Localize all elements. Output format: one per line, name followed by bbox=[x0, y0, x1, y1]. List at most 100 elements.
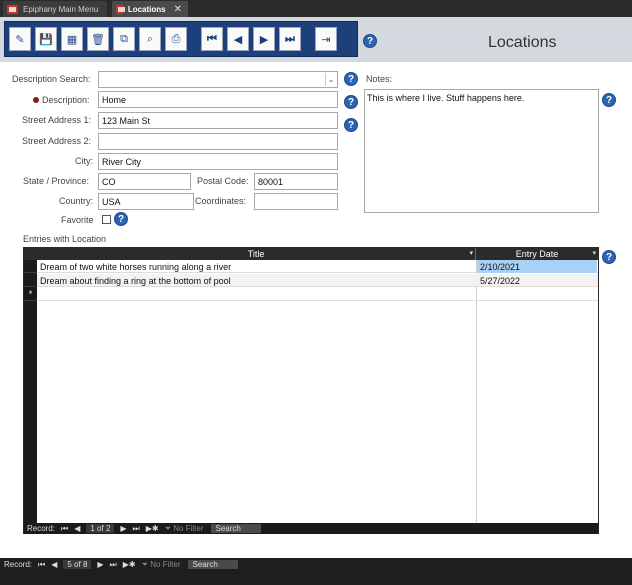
search-input[interactable]: Search bbox=[188, 560, 239, 569]
description-label: Description: bbox=[42, 95, 90, 105]
record-label: Record: bbox=[4, 560, 33, 569]
entries-datasheet: Title ▾ Entry Date ▾ * Dream of two whit… bbox=[23, 247, 599, 534]
copy-icon: ⧉ bbox=[120, 32, 128, 45]
new-record-icon[interactable]: ▶✱ bbox=[123, 560, 136, 569]
filter-toggle[interactable]: ⏷ No Filter bbox=[165, 524, 204, 534]
help-icon[interactable]: ? bbox=[602, 93, 616, 107]
state-province-field[interactable]: CO bbox=[98, 173, 191, 190]
record-selector[interactable] bbox=[24, 274, 37, 287]
save-button[interactable]: 💾 bbox=[35, 27, 57, 51]
new-record-icon: ✎ bbox=[15, 33, 25, 46]
postal-code-label: Postal Code: bbox=[197, 176, 249, 186]
previous-record-button[interactable]: ◀ bbox=[227, 27, 249, 51]
copy-button[interactable]: ⧉ bbox=[113, 27, 135, 51]
last-record-icon[interactable]: ⏭ bbox=[110, 560, 117, 570]
delete-button[interactable]: 🗑 bbox=[87, 27, 109, 51]
delete-icon: 🗑 bbox=[91, 33, 105, 46]
record-position-field[interactable]: 1 of 2 bbox=[86, 524, 115, 533]
column-title-label: Title bbox=[247, 249, 265, 259]
sort-dropdown-icon[interactable]: ▾ bbox=[469, 249, 473, 257]
entry-title-cell[interactable]: Dream about finding a ring at the bottom… bbox=[37, 274, 476, 287]
form-icon bbox=[116, 4, 125, 14]
coordinates-field[interactable] bbox=[254, 193, 338, 210]
entry-date-cell[interactable]: 5/27/2022 bbox=[477, 274, 597, 287]
record-selector-column: * bbox=[24, 260, 37, 523]
search-input[interactable]: Search bbox=[211, 524, 262, 533]
calendar-button[interactable]: ▦ bbox=[61, 27, 83, 51]
notes-textarea[interactable]: This is where I live. Stuff happens here… bbox=[364, 89, 599, 213]
first-record-icon: ⏮ bbox=[207, 32, 217, 45]
description-search-label: Description Search: bbox=[12, 74, 91, 84]
record-selector[interactable] bbox=[24, 260, 37, 273]
street-address-2-label: Street Address 2: bbox=[22, 136, 92, 146]
description-field[interactable]: Home bbox=[98, 91, 338, 108]
state-province-label: State / Province: bbox=[23, 176, 90, 186]
print-button[interactable]: ⎙ bbox=[165, 27, 187, 51]
description-search-combo[interactable]: ⌄ bbox=[98, 71, 338, 88]
notes-label: Notes: bbox=[366, 74, 393, 84]
table-row[interactable]: Dream of two white horses running along … bbox=[37, 260, 598, 273]
entry-date-cell[interactable]: 2/10/2021 bbox=[477, 260, 597, 273]
datasheet-header: Title ▾ Entry Date ▾ bbox=[24, 248, 598, 260]
sort-dropdown-icon[interactable]: ▾ bbox=[592, 249, 596, 257]
filter-icon: ⏷ bbox=[164, 523, 172, 533]
next-record-icon[interactable]: ▶ bbox=[97, 560, 103, 569]
new-record-selector[interactable]: * bbox=[24, 288, 37, 301]
help-icon[interactable]: ? bbox=[344, 72, 358, 86]
filter-label: No Filter bbox=[150, 560, 181, 569]
filter-toggle[interactable]: ⏷ No Filter bbox=[142, 560, 181, 570]
record-label: Record: bbox=[27, 524, 56, 533]
tab-locations[interactable]: Locations ✕ bbox=[112, 1, 188, 17]
form-record-navigator: Record: ⏮ ◀ 5 of 8 ▶ ⏭ ▶✱ ⏷ No Filter Se… bbox=[0, 558, 632, 585]
column-header-title[interactable]: Title ▾ bbox=[37, 248, 476, 260]
country-field[interactable]: USA bbox=[98, 193, 194, 210]
coordinates-label: Coordinates: bbox=[195, 196, 247, 206]
last-record-icon[interactable]: ⏭ bbox=[133, 524, 140, 534]
postal-code-field[interactable]: 80001 bbox=[254, 173, 338, 190]
column-date-label: Entry Date bbox=[515, 249, 559, 259]
next-record-button[interactable]: ▶ bbox=[253, 27, 275, 51]
save-icon: 💾 bbox=[39, 33, 53, 46]
entries-section-label: Entries with Location bbox=[23, 234, 107, 244]
street-address-1-label: Street Address 1: bbox=[22, 115, 92, 125]
city-field[interactable]: River City bbox=[98, 153, 338, 170]
favorite-checkbox[interactable] bbox=[102, 215, 111, 224]
help-icon[interactable]: ? bbox=[114, 212, 128, 226]
country-label: Country: bbox=[59, 196, 94, 206]
close-form-icon: ⇥ bbox=[321, 33, 331, 46]
help-icon[interactable]: ? bbox=[363, 34, 377, 48]
help-icon[interactable]: ? bbox=[602, 250, 616, 264]
next-record-icon[interactable]: ▶ bbox=[120, 524, 126, 533]
new-record-button[interactable]: ✎ bbox=[9, 27, 31, 51]
entry-title-cell[interactable]: Dream of two white horses running along … bbox=[37, 260, 476, 273]
document-tab-bar: Epiphany Main Menu Locations ✕ bbox=[0, 0, 632, 17]
previous-record-icon[interactable]: ◀ bbox=[51, 560, 57, 569]
first-record-icon[interactable]: ⏮ bbox=[61, 524, 68, 534]
new-record-icon[interactable]: ▶✱ bbox=[146, 524, 159, 533]
tab-label: Epiphany Main Menu bbox=[23, 4, 99, 14]
first-record-button[interactable]: ⏮ bbox=[201, 27, 223, 51]
street-address-1-field[interactable]: 123 Main St bbox=[98, 112, 338, 129]
record-toolbar: ✎ 💾 ▦ 🗑 ⧉ ⌕ ⎙ ⏮ ◀ ▶ ⏭ ⇥ bbox=[4, 21, 358, 57]
calendar-icon: ▦ bbox=[66, 33, 78, 46]
previous-record-icon[interactable]: ◀ bbox=[74, 524, 80, 533]
binoculars-icon: ⌕ bbox=[146, 32, 154, 45]
tab-label: Locations bbox=[127, 4, 166, 14]
subform-record-navigator: Record: ⏮ ◀ 1 of 2 ▶ ⏭ ▶✱ ⏷ No Filter Se… bbox=[24, 523, 598, 534]
close-icon[interactable]: ✕ bbox=[174, 4, 182, 15]
chevron-down-icon[interactable]: ⌄ bbox=[325, 73, 336, 86]
close-form-button[interactable]: ⇥ bbox=[315, 27, 337, 51]
first-record-icon[interactable]: ⏮ bbox=[38, 560, 45, 570]
new-record-row[interactable] bbox=[37, 288, 598, 301]
column-header-entry-date[interactable]: Entry Date ▾ bbox=[476, 248, 598, 260]
tab-epiphany-main-menu[interactable]: Epiphany Main Menu bbox=[3, 1, 107, 17]
city-label: City: bbox=[75, 156, 93, 166]
record-position-field[interactable]: 5 of 8 bbox=[63, 560, 92, 569]
table-row[interactable]: Dream about finding a ring at the bottom… bbox=[37, 274, 598, 287]
form-icon bbox=[7, 4, 18, 14]
last-record-button[interactable]: ⏭ bbox=[279, 27, 301, 51]
street-address-2-field[interactable] bbox=[98, 133, 338, 150]
help-icon[interactable]: ? bbox=[344, 118, 358, 132]
help-icon[interactable]: ? bbox=[344, 95, 358, 109]
binoculars-button[interactable]: ⌕ bbox=[139, 27, 161, 51]
